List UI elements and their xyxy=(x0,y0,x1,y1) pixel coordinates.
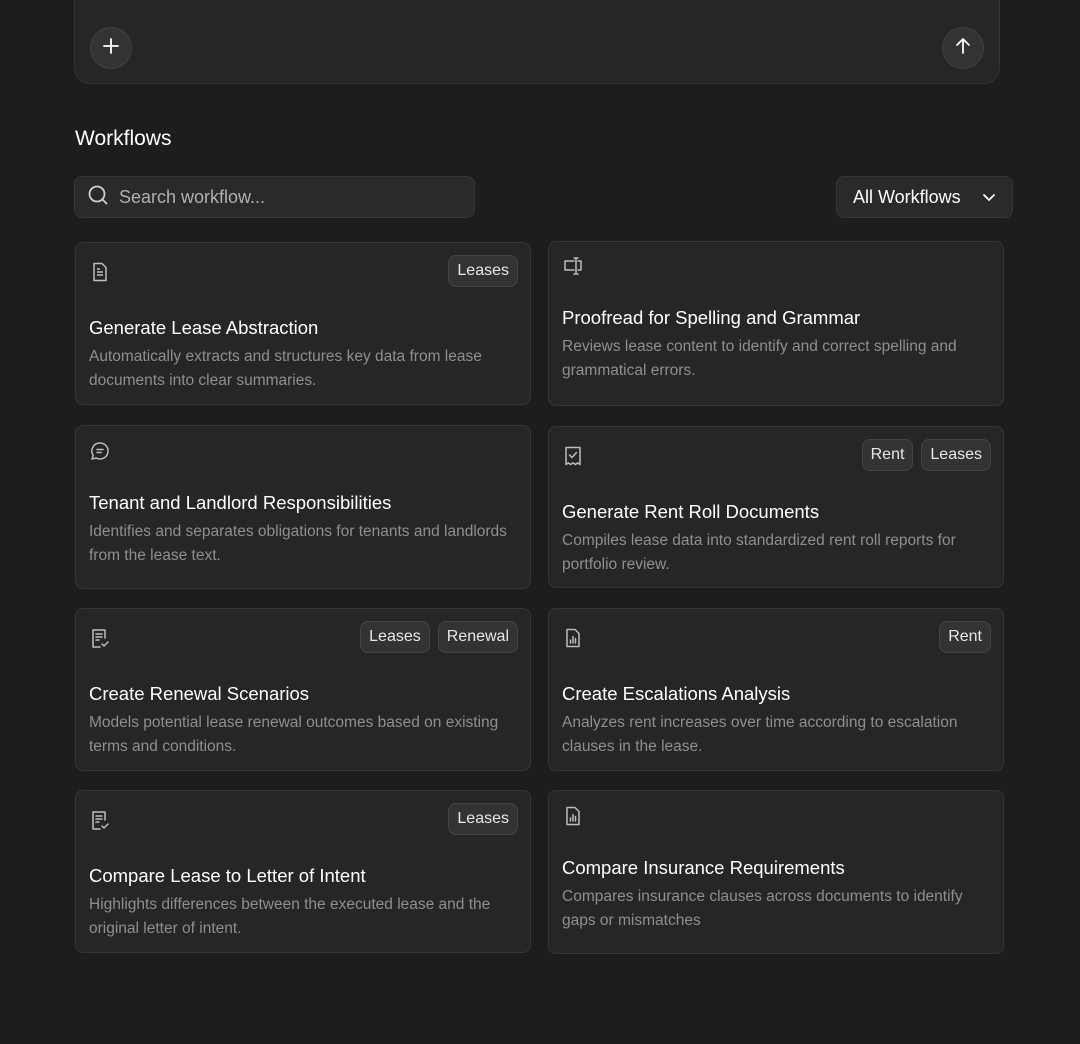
chat-bubble-icon xyxy=(89,440,111,462)
text-cursor-icon xyxy=(562,255,584,277)
workflow-description: Automatically extracts and structures ke… xyxy=(89,348,482,389)
workflow-description: Identifies and separates obligations for… xyxy=(89,523,507,564)
search-input[interactable] xyxy=(119,186,449,208)
tag-leases: Leases xyxy=(360,621,430,653)
workflow-title: Compare Lease to Letter of Intent xyxy=(89,865,366,886)
workflow-filter-dropdown[interactable]: All Workflows xyxy=(836,176,1013,218)
tag-rent: Rent xyxy=(861,439,914,471)
document-icon xyxy=(89,261,111,283)
arrow-up-icon xyxy=(953,36,973,61)
workflow-description: Compares insurance clauses across docume… xyxy=(562,888,963,929)
add-attachment-button[interactable] xyxy=(90,27,132,69)
search-icon xyxy=(87,184,119,211)
workflow-description: Highlights differences between the execu… xyxy=(89,896,491,937)
filter-selected-label: All Workflows xyxy=(853,186,961,207)
tag-rent: Rent xyxy=(939,621,991,653)
workflow-card-escalations-analysis[interactable]: Rent Create Escalations Analysis Analyze… xyxy=(548,608,1004,771)
prompt-composer[interactable] xyxy=(74,0,1000,84)
workflow-card-proofread[interactable]: Proofread for Spelling and Grammar Revie… xyxy=(548,241,1004,406)
receipt-check-icon xyxy=(562,445,584,467)
workflow-card-compare-loi[interactable]: Leases Compare Lease to Letter of Intent… xyxy=(75,790,531,953)
workflow-card-renewal-scenarios[interactable]: Leases Renewal Create Renewal Scenarios … xyxy=(75,608,531,771)
workflow-title: Generate Rent Roll Documents xyxy=(562,501,820,522)
workflows-heading: Workflows xyxy=(75,127,172,150)
workflow-title: Proofread for Spelling and Grammar xyxy=(562,307,861,328)
workflow-title: Create Escalations Analysis xyxy=(562,683,791,704)
tag-leases: Leases xyxy=(921,439,991,471)
workflow-description: Models potential lease renewal outcomes … xyxy=(89,714,499,755)
send-button[interactable] xyxy=(942,27,984,69)
document-chart-icon xyxy=(562,805,584,827)
document-check-icon xyxy=(89,627,111,649)
workflow-card-tenant-landlord[interactable]: Tenant and Landlord Responsibilities Ide… xyxy=(75,425,531,589)
workflow-description: Analyzes rent increases over time accord… xyxy=(562,714,958,755)
workflow-title: Create Renewal Scenarios xyxy=(89,683,310,704)
document-chart-icon xyxy=(562,627,584,649)
workflow-search[interactable] xyxy=(74,176,475,218)
workflow-card-insurance-requirements[interactable]: Compare Insurance Requirements Compares … xyxy=(548,790,1004,954)
workflow-card-rent-roll[interactable]: Rent Leases Generate Rent Roll Documents… xyxy=(548,426,1004,588)
workflow-title: Generate Lease Abstraction xyxy=(89,317,319,338)
plus-icon xyxy=(101,36,121,61)
document-check-icon xyxy=(89,809,111,831)
tag-leases: Leases xyxy=(448,255,518,287)
workflow-title: Tenant and Landlord Responsibilities xyxy=(89,492,392,513)
workflow-description: Reviews lease content to identify and co… xyxy=(562,338,957,379)
workflow-title: Compare Insurance Requirements xyxy=(562,857,845,878)
workflow-card-generate-lease-abstraction[interactable]: Leases Generate Lease Abstraction Automa… xyxy=(75,242,531,405)
tag-leases: Leases xyxy=(448,803,518,835)
workflow-description: Compiles lease data into standardized re… xyxy=(562,532,956,573)
tag-renewal: Renewal xyxy=(437,621,518,653)
